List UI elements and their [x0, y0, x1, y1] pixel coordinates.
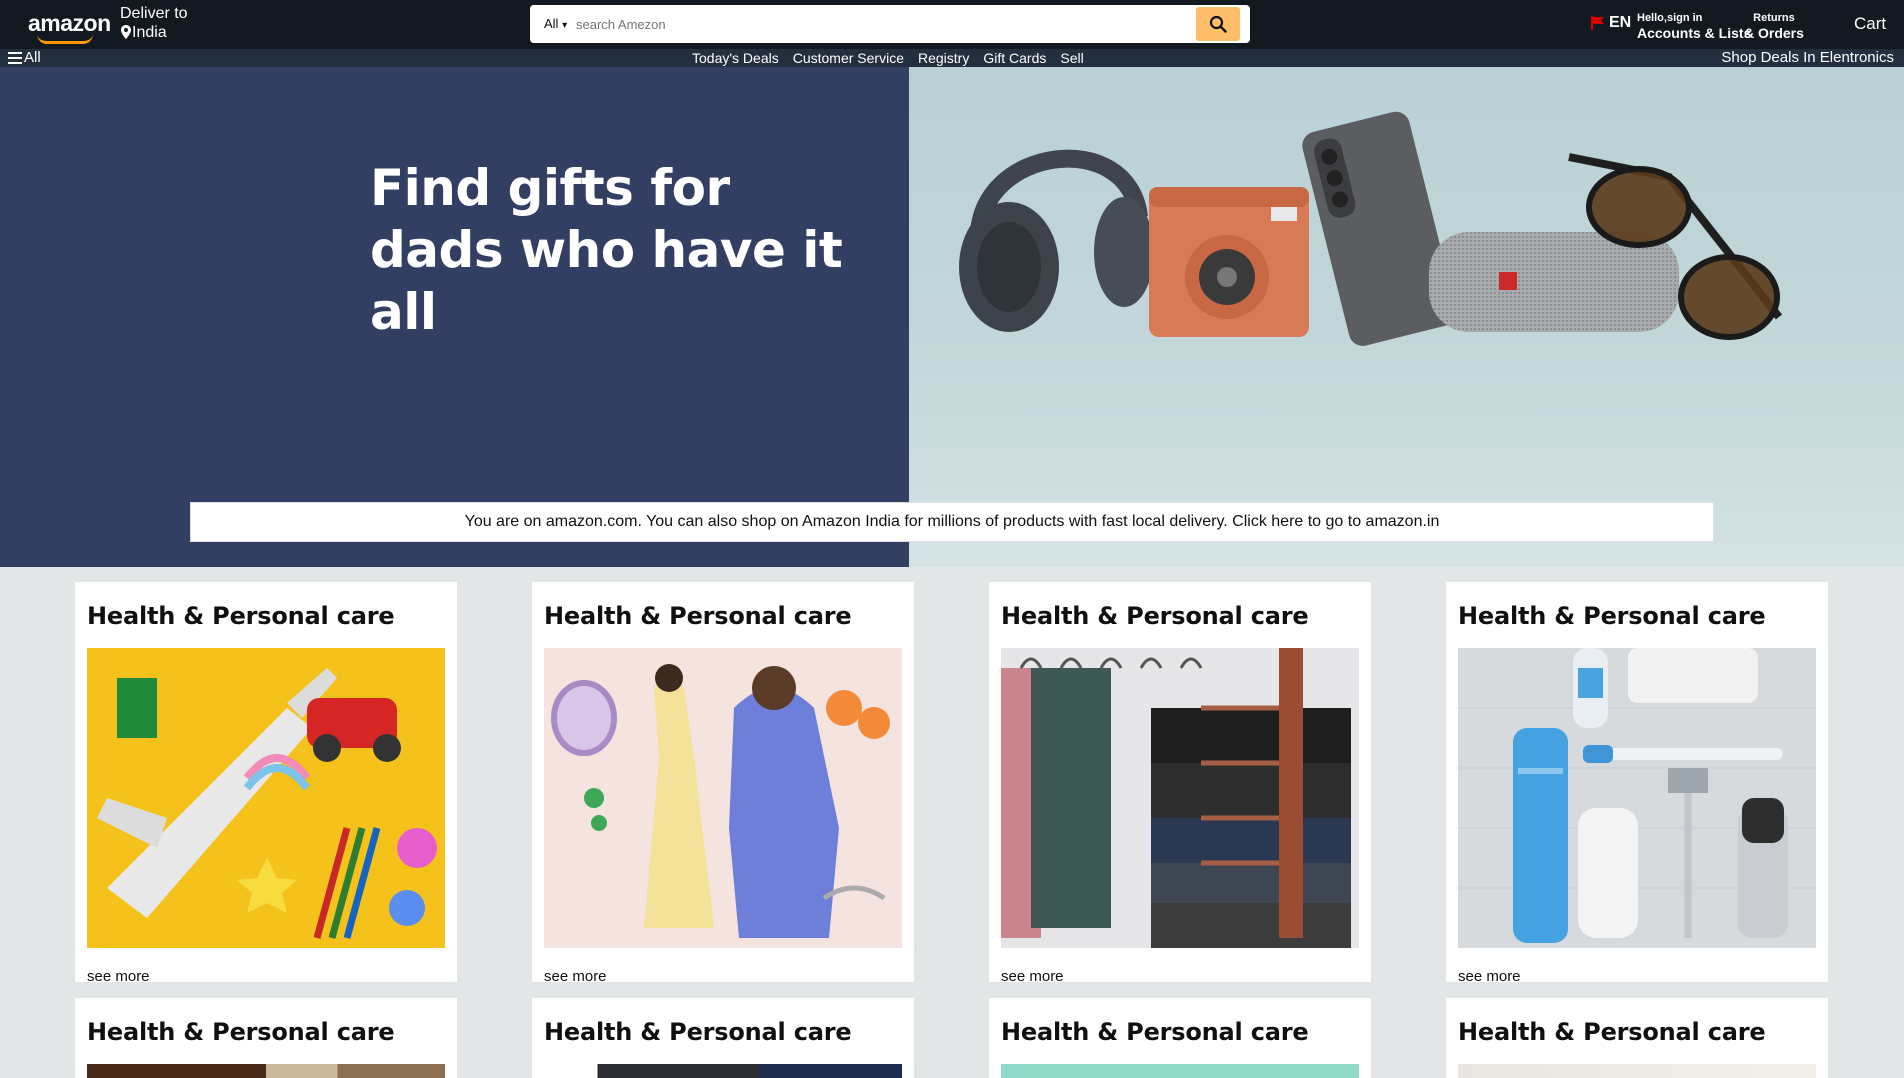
card-title: Health & Personal care [1001, 602, 1309, 630]
search-input[interactable] [574, 5, 1174, 43]
subnav-promo-link[interactable]: Shop Deals In Elentronics [1721, 49, 1894, 67]
category-card[interactable]: Health & Personal care see more [75, 582, 457, 985]
account-label: Accounts & Lists [1637, 25, 1752, 41]
headphones-image [959, 149, 1154, 332]
chevron-down-icon: ▾ [562, 20, 568, 31]
category-card[interactable]: Health & Personal care see more [1446, 582, 1828, 985]
card-image[interactable] [1458, 1064, 1816, 1078]
sub-nav: All Today's Deals Customer Service Regis… [0, 49, 1904, 67]
deliver-label: Deliver to [120, 5, 188, 22]
category-card[interactable]: Health & Personal care see more [532, 582, 914, 985]
card-title: Health & Personal care [1458, 602, 1766, 630]
subnav-link-customer-service[interactable]: Customer Service [793, 49, 904, 67]
search-icon [1209, 15, 1227, 33]
hero-title-line2: dads who have it all [370, 221, 843, 341]
top-nav: amazon Deliver to India All ▾ EN Hello,s… [0, 0, 1904, 49]
card-title: Health & Personal care [544, 1018, 852, 1046]
hero-product-image [909, 67, 1904, 567]
card-image-fashion[interactable] [544, 648, 902, 948]
category-card[interactable]: Health & Personal care [75, 998, 457, 1078]
deliver-country: India [132, 24, 167, 41]
returns-orders[interactable]: Returns & Orders [1744, 11, 1804, 41]
search-bar: All ▾ [530, 5, 1250, 43]
card-image-personal-care[interactable] [1458, 648, 1816, 948]
card-title: Health & Personal care [1001, 1018, 1309, 1046]
search-category-select[interactable]: All ▾ [530, 5, 574, 43]
search-category-label: All [544, 16, 559, 31]
subnav-link-registry[interactable]: Registry [918, 49, 969, 67]
account-greeting: Hello,sign in [1637, 12, 1703, 24]
orders-label: & Orders [1744, 25, 1804, 41]
all-label: All [24, 49, 41, 66]
account-menu[interactable]: Hello,sign in Accounts & Lists [1637, 11, 1751, 41]
card-image[interactable] [87, 1064, 445, 1078]
card-image[interactable] [1001, 1064, 1359, 1078]
see-more-link[interactable]: see more [1458, 968, 1521, 985]
search-button[interactable] [1196, 7, 1240, 41]
amazon-india-notice[interactable]: You are on amazon.com. You can also shop… [190, 502, 1714, 542]
subnav-link-todays-deals[interactable]: Today's Deals [692, 49, 779, 67]
see-more-link[interactable]: see more [544, 968, 607, 985]
subnav-links: Today's Deals Customer Service Registry … [692, 49, 1084, 67]
subnav-link-sell[interactable]: Sell [1060, 49, 1083, 67]
category-card[interactable]: Health & Personal care [1446, 998, 1828, 1078]
see-more-link[interactable]: see more [87, 968, 150, 985]
card-title: Health & Personal care [87, 602, 395, 630]
hero-title: Find gifts for dads who have it all [370, 157, 909, 343]
amazon-logo[interactable]: amazon [28, 10, 111, 37]
language-selector[interactable]: EN [1590, 14, 1631, 32]
card-title: Health & Personal care [544, 602, 852, 630]
see-more-link[interactable]: see more [1001, 968, 1064, 985]
flag-icon [1591, 16, 1604, 30]
cart-link[interactable]: Cart [1854, 14, 1886, 34]
card-image[interactable] [544, 1064, 902, 1078]
category-card[interactable]: Health & Personal care see more [989, 582, 1371, 985]
subnav-link-gift-cards[interactable]: Gift Cards [983, 49, 1046, 67]
category-card[interactable]: Health & Personal care [989, 998, 1371, 1078]
hero-title-line1: Find gifts for [370, 159, 730, 217]
location-pin-icon [120, 25, 132, 39]
language-label: EN [1609, 14, 1632, 31]
all-menu-button[interactable]: All [8, 49, 41, 67]
card-image-toys[interactable] [87, 648, 445, 948]
card-image-hangers[interactable] [1001, 648, 1359, 948]
hero-left-panel: Find gifts for dads who have it all [0, 67, 909, 567]
hero-banner[interactable]: Find gifts for dads who have it all You … [0, 67, 1904, 567]
instant-camera-image [1149, 187, 1309, 337]
amazon-logo-smile [37, 34, 93, 44]
card-title: Health & Personal care [1458, 1018, 1766, 1046]
card-title: Health & Personal care [87, 1018, 395, 1046]
deliver-to[interactable]: Deliver to India [120, 4, 188, 42]
category-card[interactable]: Health & Personal care [532, 998, 914, 1078]
hamburger-icon [8, 52, 22, 64]
returns-label: Returns [1753, 12, 1795, 24]
